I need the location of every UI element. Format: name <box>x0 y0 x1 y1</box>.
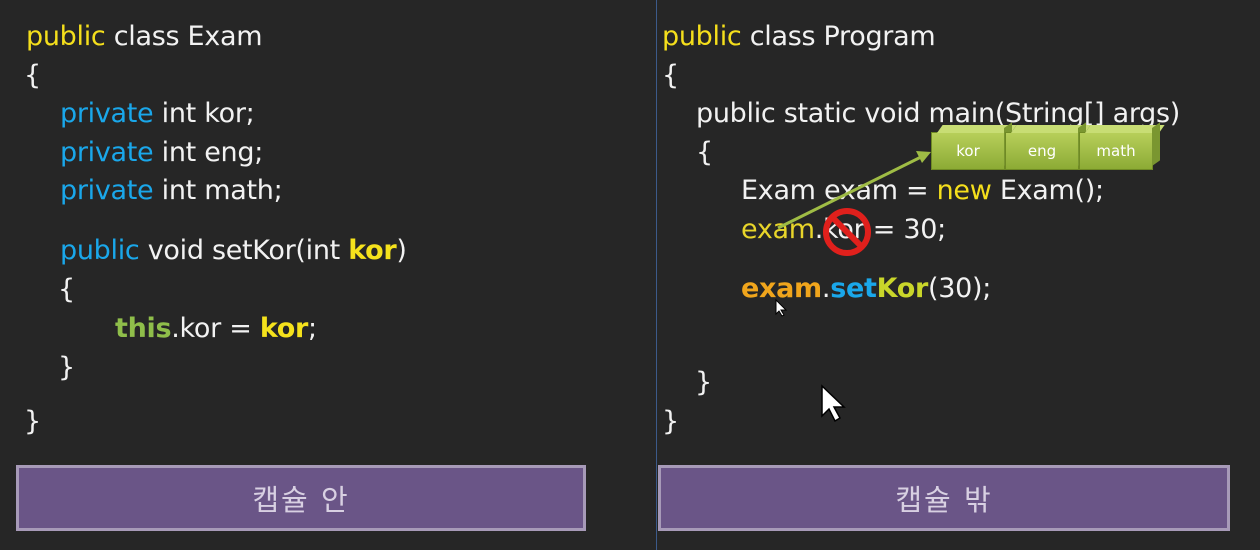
mouse-cursor-small-icon <box>775 298 788 317</box>
mouse-cursor-icon <box>821 384 846 423</box>
access-arrow <box>777 151 931 230</box>
annotation-overlay <box>775 151 931 423</box>
no-entry-icon <box>823 208 871 256</box>
